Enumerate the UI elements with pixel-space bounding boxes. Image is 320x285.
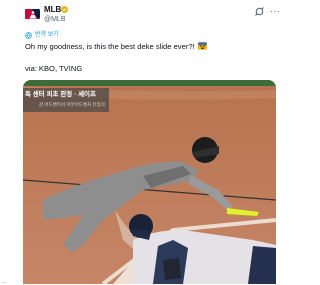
grok-icon[interactable] [255,7,264,16]
translate-label: 번역 보기 [35,32,59,38]
tweet-text-line-1: Oh my goodness, is this the best deke sl… [25,42,207,52]
video-player[interactable]: 독 센터 피초 판정 · 세이프 감 어드벤터서 아웃어드벤처 유일의 [23,80,276,284]
scared-face-emoji-icon [197,42,207,50]
avatar[interactable] [24,6,40,22]
translate-link[interactable]: 번역 보기 [25,31,59,39]
account-handle[interactable]: @MLB [44,15,66,24]
globe-icon [25,31,32,39]
tweet-card[interactable]: MLB @MLB ··· 번역 보기 Oh my goodness, is th… [0,0,300,285]
caption-title: 독 센터 피초 판정 · 세이프 [25,90,96,99]
caption-title-head: 독 센터 [25,91,47,98]
more-options-icon[interactable]: ··· [270,7,281,16]
caption-subtitle: 감 어드벤터서 아웃어드벤처 유일의 [39,102,105,107]
verified-badge-icon [61,6,68,13]
page-edge-indicator: … [2,279,7,285]
account-name[interactable]: MLB [44,5,61,15]
broadcast-caption: 독 센터 피초 판정 · 세이프 감 어드벤터서 아웃어드벤처 유일의 [23,88,109,112]
mlb-logo-icon [24,9,40,19]
caption-title-tail: 피초 판정 · 세이프 [46,91,97,98]
tweet-source-text: via: KBO, TVING [25,64,83,73]
tweet-text: Oh my goodness, is this the best deke sl… [25,42,195,51]
